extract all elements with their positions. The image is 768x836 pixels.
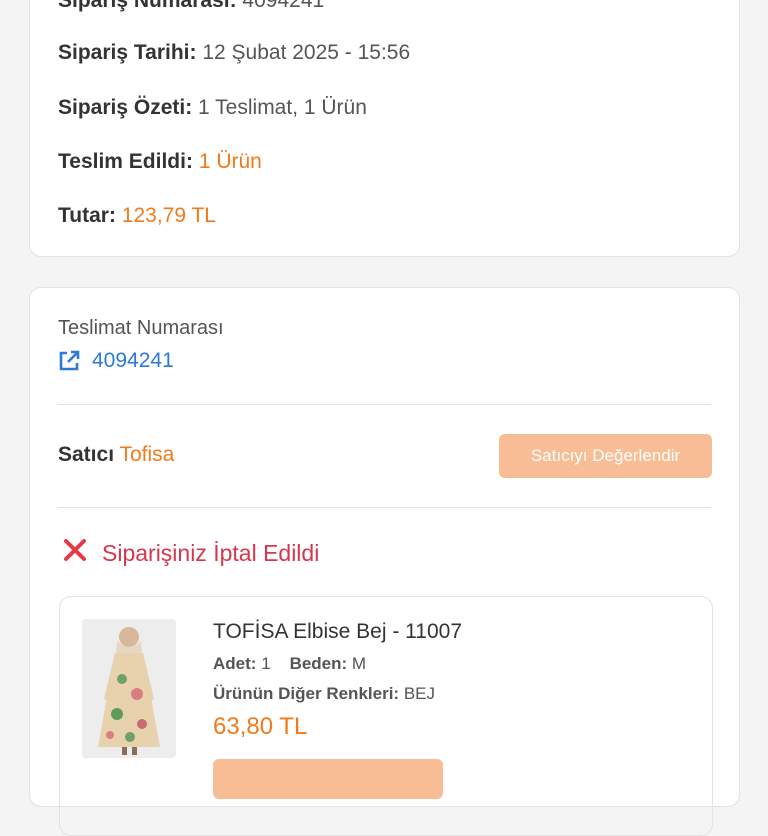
product-price: 63,80 TL bbox=[213, 713, 308, 740]
order-number-value: 4094241 bbox=[242, 0, 325, 12]
seller-label: Satıcı bbox=[58, 443, 115, 466]
order-summary-card: Sipariş Numarası: 4094241 Sipariş Tarihi… bbox=[29, 0, 740, 257]
external-link-icon bbox=[58, 350, 80, 372]
product-other-colors: Ürünün Diğer Renkleri: BEJ bbox=[213, 684, 435, 704]
total-label: Tutar: bbox=[58, 204, 116, 227]
product-action-button[interactable] bbox=[213, 759, 443, 799]
size-value: M bbox=[351, 654, 367, 673]
cancel-status: Siparişiniz İptal Edildi bbox=[62, 537, 319, 569]
cross-icon bbox=[62, 537, 88, 569]
total-row: Tutar: 123,79 TL bbox=[58, 203, 216, 229]
order-date-value: 12 Şubat 2025 - 15:56 bbox=[202, 41, 411, 64]
order-summary-label: Sipariş Özeti: bbox=[58, 96, 193, 119]
seller-row: Satıcı Tofisa bbox=[58, 443, 174, 467]
order-date-label: Sipariş Tarihi: bbox=[58, 41, 197, 64]
divider bbox=[58, 404, 711, 405]
quantity-label: Adet: bbox=[213, 654, 257, 673]
order-summary-value: 1 Teslimat, 1 Ürün bbox=[198, 96, 367, 119]
product-image[interactable] bbox=[82, 619, 176, 758]
delivery-card: Teslimat Numarası 4094241 Satıcı Tofisa … bbox=[29, 287, 740, 836]
divider bbox=[58, 507, 711, 508]
other-colors-label: Ürünün Diğer Renkleri: bbox=[213, 684, 400, 703]
delivered-label: Teslim Edildi: bbox=[58, 150, 193, 173]
delivery-number-link[interactable]: 4094241 bbox=[58, 349, 174, 373]
order-number-row: Sipariş Numarası: 4094241 bbox=[58, 0, 324, 14]
order-date-row: Sipariş Tarihi: 12 Şubat 2025 - 15:56 bbox=[58, 40, 410, 66]
quantity-value: 1 bbox=[261, 654, 271, 673]
delivery-number-label: Teslimat Numarası bbox=[58, 317, 224, 339]
delivery-number-value: 4094241 bbox=[92, 349, 174, 372]
delivered-row: Teslim Edildi: 1 Ürün bbox=[58, 149, 262, 175]
delivered-value: 1 Ürün bbox=[198, 150, 262, 173]
other-colors-value: BEJ bbox=[403, 684, 436, 703]
order-summary-row: Sipariş Özeti: 1 Teslimat, 1 Ürün bbox=[58, 95, 367, 121]
rate-seller-button[interactable]: Satıcıyı Değerlendir bbox=[499, 434, 712, 478]
product-card[interactable]: TOFİSA Elbise Bej - 11007 Adet: 1 Beden:… bbox=[59, 596, 713, 836]
seller-name-link[interactable]: Tofisa bbox=[120, 443, 175, 466]
size-label: Beden: bbox=[289, 654, 348, 673]
order-number-label: Sipariş Numarası: bbox=[58, 0, 237, 12]
total-value: 123,79 TL bbox=[121, 204, 216, 227]
product-quantity-size: Adet: 1 Beden: M bbox=[213, 654, 366, 674]
product-title[interactable]: TOFİSA Elbise Bej - 11007 bbox=[213, 620, 462, 644]
cancel-status-text: Siparişiniz İptal Edildi bbox=[102, 539, 320, 566]
